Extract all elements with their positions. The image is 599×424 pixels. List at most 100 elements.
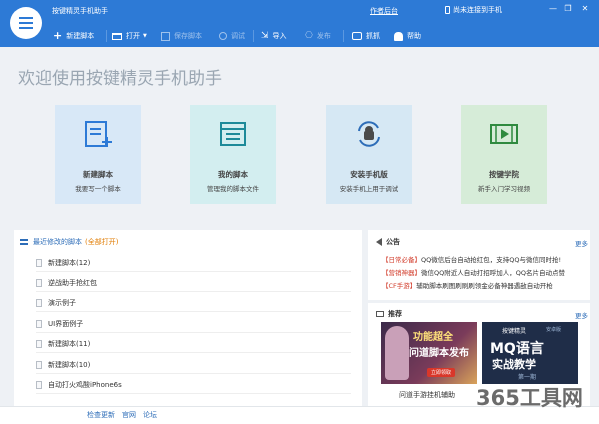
announcements-title: 公告 [386, 238, 400, 246]
minimize-icon[interactable]: — [548, 4, 558, 13]
file-icon [36, 380, 42, 389]
list-item[interactable]: 新建脚本(11) [36, 335, 351, 353]
capture-label: 抓抓 [366, 32, 380, 40]
list-item-label: 逆战助手抢红包 [48, 278, 97, 287]
help-button[interactable]: 帮助 [394, 30, 421, 42]
watermark: 365工具网 [476, 386, 583, 410]
list-item[interactable]: 逆战助手抢红包 [36, 274, 351, 292]
card-title: 新建脚本 [83, 170, 113, 179]
my-scripts-icon [220, 122, 246, 146]
banner-brand: 按键精灵 [502, 328, 527, 335]
list-icon [20, 239, 28, 245]
card-title: 按键学院 [489, 170, 519, 179]
list-item-label: 新建脚本(11) [48, 339, 91, 348]
toolbar-divider [253, 30, 254, 42]
announcement-text: 辅助脚本刷图刷刷刷领金必备神器遇敌自动开枪 [416, 282, 553, 290]
official-site-link[interactable]: 官网 [122, 410, 136, 420]
monitor-icon [376, 311, 384, 317]
file-icon [36, 298, 42, 307]
author-backend-link[interactable]: 作者后台 [370, 6, 398, 16]
new-script-icon [85, 121, 112, 147]
card-desc: 管理我的脚本文件 [207, 185, 259, 193]
device-status-text: 尚未连接到手机 [453, 6, 502, 14]
list-item-label: 演示例子 [48, 298, 76, 307]
toolbar-divider [106, 30, 107, 42]
folder-icon [112, 32, 122, 40]
new-script-label: 新建脚本 [66, 32, 95, 40]
toolbar-divider [343, 30, 344, 42]
mq-course-banner[interactable]: 按键精灵 安卓版 MQ语言 实战教学 第一期 [482, 322, 578, 384]
announcements-header: 公告 [376, 237, 400, 247]
check-update-link[interactable]: 检查更新 [87, 410, 115, 420]
announcements-more-link[interactable]: 更多 [575, 238, 588, 248]
install-mobile-card[interactable]: 安装手机版 安装手机上用于调试 [326, 105, 412, 204]
recommend-header: 推荐 [376, 309, 402, 319]
speaker-icon [376, 238, 382, 246]
save-script-button[interactable]: 保存脚本 [161, 30, 202, 42]
file-icon [36, 258, 42, 267]
list-item-label: 新建脚本(10) [48, 360, 91, 369]
publish-button[interactable]: ⎔ 发布 [305, 30, 331, 42]
banner-cta-button[interactable]: 立即领取 [427, 368, 456, 377]
close-icon[interactable]: ✕ [580, 4, 590, 13]
wendao-banner[interactable]: 功能超全 问道脚本发布 立即领取 [381, 322, 477, 384]
new-script-card[interactable]: 新建脚本 我要写一个脚本 [55, 105, 141, 204]
list-item-label: 新建脚本(12) [48, 258, 91, 267]
list-item-label: UI界面例子 [48, 319, 84, 328]
list-item[interactable]: 演示例子 [36, 294, 351, 312]
file-icon [36, 319, 42, 328]
list-item[interactable]: 自动打火鸡酸iPhone6s [36, 376, 351, 394]
main-menu-button[interactable] [10, 7, 42, 39]
video-icon [490, 124, 518, 144]
recommend-more-link[interactable]: 更多 [575, 310, 588, 320]
import-icon: ⇲ [261, 31, 269, 41]
banner-subhead: 问道脚本发布 [409, 348, 469, 359]
banner-foot: 第一期 [518, 374, 537, 381]
announcement-item[interactable]: 【CF手游】辅助脚本刷图刷刷刷领金必备神器遇敌自动开枪 [382, 280, 578, 290]
list-item-label: 自动打火鸡酸iPhone6s [48, 380, 122, 389]
debug-icon [219, 32, 227, 40]
recent-title: 最近修改的脚本 [33, 238, 82, 246]
banner-headline: 功能超全 [413, 332, 453, 343]
debug-button[interactable]: 调试 [219, 30, 245, 42]
android-icon [394, 31, 403, 41]
capture-button[interactable]: 抓抓 [352, 30, 380, 42]
announcement-item[interactable]: 【营销神器】微信QQ附近人自动打招呼加人，QQ名片自动点赞 [382, 267, 578, 277]
open-button[interactable]: 打开 ▼ [112, 30, 147, 42]
file-icon [36, 278, 42, 287]
new-script-button[interactable]: + 新建脚本 [53, 30, 94, 42]
file-icon [36, 360, 42, 369]
banner-character [385, 326, 409, 380]
banner-subhead: 实战教学 [492, 358, 536, 371]
card-desc: 我要写一个脚本 [75, 185, 121, 193]
card-desc: 安装手机上用于调试 [339, 185, 399, 193]
restore-icon[interactable]: ❐ [563, 4, 573, 13]
academy-card[interactable]: 按键学院 新手入门学习视频 [461, 105, 547, 204]
list-item[interactable]: 新建脚本(10) [36, 356, 351, 374]
banner-sub: 安卓版 [546, 327, 562, 333]
save-script-label: 保存脚本 [174, 32, 202, 40]
publish-icon: ⎔ [305, 31, 313, 41]
my-scripts-card[interactable]: 我的脚本 管理我的脚本文件 [190, 105, 276, 204]
file-icon [36, 339, 42, 348]
open-all-link[interactable]: (全部打开) [85, 237, 118, 247]
recommend-caption[interactable]: 问道手游挂机辅助 [399, 390, 455, 400]
announcement-tag: 【营销神器】 [382, 269, 421, 277]
announcement-tag: 【CF手游】 [382, 282, 417, 290]
list-item[interactable]: 新建脚本(12) [36, 254, 351, 272]
list-item[interactable]: UI界面例子 [36, 315, 351, 333]
open-label: 打开 [126, 32, 140, 40]
announcement-text: 微信QQ附近人自动打招呼加人，QQ名片自动点赞 [421, 269, 565, 277]
banner-headline: MQ语言 [490, 341, 544, 357]
announcement-item[interactable]: 【日常必备】QQ微信后台自动抢红包，支持QQ与微信同时抢! [382, 254, 578, 264]
device-status[interactable]: 尚未连接到手机 [445, 5, 502, 15]
welcome-heading: 欢迎使用按键精灵手机助手 [18, 69, 222, 89]
card-title: 我的脚本 [218, 170, 248, 179]
app-title: 按键精灵手机助手 [52, 7, 108, 15]
forum-link[interactable]: 论坛 [143, 410, 157, 420]
card-title: 安装手机版 [350, 170, 388, 179]
import-button[interactable]: ⇲ 导入 [261, 30, 287, 42]
install-android-icon [358, 121, 380, 147]
debug-label: 调试 [231, 32, 245, 40]
recommend-title: 推荐 [388, 310, 402, 318]
